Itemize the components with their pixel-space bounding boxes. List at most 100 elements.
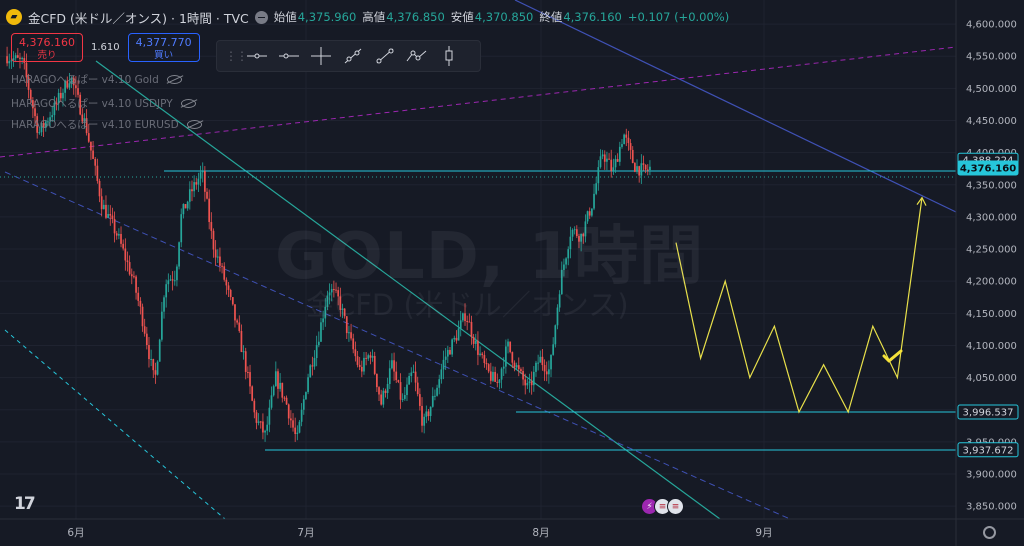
candle-body	[247, 371, 249, 373]
candle-body	[212, 230, 215, 250]
candle-body	[610, 159, 613, 171]
time-tick-label: 9月	[755, 527, 772, 539]
symbol-title[interactable]: 金CFD (米ドル／オンス) · 1時間 · TVC	[28, 8, 249, 27]
ray-icon[interactable]	[371, 44, 399, 68]
candle-body	[305, 392, 307, 400]
candle-body	[188, 189, 191, 202]
candle-body	[423, 416, 426, 426]
indicator-gold[interactable]: HARAGOへるぱー v4.10 Gold	[11, 72, 182, 87]
candle-body	[302, 399, 305, 410]
candle-body	[436, 387, 438, 396]
candle-body	[550, 354, 552, 370]
path-icon[interactable]	[403, 44, 431, 68]
ohlc-values: 始値4,375.960 高値4,376.850 安値4,370.850 終値4,…	[274, 9, 622, 25]
candle-icon[interactable]	[435, 44, 463, 68]
cyan-dashed-line[interactable]	[4, 329, 226, 520]
eye-hidden-icon[interactable]	[180, 99, 196, 108]
candle-body	[223, 266, 226, 280]
drag-handle-icon[interactable]: ⋮⋮	[225, 49, 248, 63]
projection-path[interactable]	[675, 196, 927, 414]
price-tick-label: 4,450.000	[966, 116, 1017, 127]
watermark-subtitle: 金CFD (米ドル／オンス)	[306, 288, 629, 322]
sell-button[interactable]: 4,376.160 売り	[11, 33, 83, 62]
candle-body	[122, 243, 125, 249]
candle-body	[137, 292, 140, 301]
candle-body	[603, 154, 606, 162]
candle-body	[487, 364, 490, 372]
candle-body	[623, 134, 625, 145]
candle-body	[354, 349, 357, 357]
candle-body	[425, 411, 428, 417]
horizontal-line-icon[interactable]	[243, 44, 271, 68]
indicator-label: HARAGOへるぱー v4.10 USDJPY	[11, 98, 173, 110]
candle-body	[369, 355, 372, 358]
candle-body	[500, 368, 503, 380]
candle-body	[139, 300, 142, 307]
time-axis[interactable]: 6月 7月 8月 9月	[67, 527, 772, 539]
candle-body	[631, 149, 634, 164]
candle-body	[520, 369, 522, 372]
candle-body	[236, 320, 238, 323]
trend-line-icon[interactable]	[339, 44, 367, 68]
cross-line-icon[interactable]	[307, 44, 335, 68]
candle-body	[111, 215, 114, 219]
candle-body	[548, 369, 550, 375]
candle-body	[449, 349, 451, 355]
candle-body	[348, 332, 350, 334]
candle-body	[416, 382, 419, 395]
horizontal-ray-icon[interactable]	[275, 44, 303, 68]
candle-body	[434, 395, 436, 397]
candle-body	[296, 432, 299, 435]
upper-blue-channel-line[interactable]	[514, 0, 957, 213]
candle-body	[169, 279, 172, 281]
economic-events: ⚡ ≡ ≡	[641, 498, 684, 515]
price-tick-label: 4,550.000	[966, 52, 1017, 63]
candle-body	[412, 371, 415, 373]
candle-body	[376, 373, 378, 388]
candle-body	[307, 377, 309, 393]
price-tick-label: 4,300.000	[966, 212, 1017, 223]
sell-label: 売り	[37, 50, 57, 61]
candle-body	[601, 154, 604, 157]
gold-bars-icon[interactable]: ▰	[6, 9, 22, 25]
candle-body	[515, 365, 518, 368]
candle-body	[638, 166, 641, 176]
indicator-usdjpy[interactable]: HARAGOへるぱー v4.10 USDJPY	[11, 96, 196, 111]
price-tick-label: 4,250.000	[966, 245, 1017, 256]
indicator-eurusd[interactable]: HARAGOへるぱー v4.10 EURUSD	[11, 117, 202, 132]
candle-body	[410, 372, 413, 377]
candle-body	[517, 365, 520, 370]
candle-body	[191, 189, 193, 192]
buy-button[interactable]: 4,377.770 買い	[127, 33, 200, 62]
price-axis[interactable]: 3,850.0003,900.0003,950.0004,000.0004,05…	[966, 20, 1017, 513]
candle-body	[612, 167, 615, 171]
candle-body	[152, 358, 155, 371]
candle-body	[388, 368, 391, 385]
eye-hidden-icon[interactable]	[186, 120, 202, 129]
candle-body	[176, 266, 178, 281]
candle-body	[429, 406, 432, 416]
candle-body	[646, 169, 649, 171]
eye-hidden-icon[interactable]	[166, 75, 182, 84]
candle-body	[431, 395, 434, 407]
candle-body	[406, 384, 408, 396]
us-flag-icon[interactable]: ≡	[667, 498, 684, 515]
candle-body	[221, 265, 223, 267]
price-tick-label: 4,600.000	[966, 20, 1017, 31]
candle-body	[356, 356, 359, 365]
candle-body	[167, 280, 170, 285]
candle-body	[216, 256, 219, 258]
candle-body	[283, 397, 286, 399]
candle-body	[378, 387, 380, 395]
candle-body	[8, 61, 11, 64]
candle-body	[535, 362, 537, 372]
candle-body	[373, 355, 376, 374]
projection-line	[675, 197, 923, 414]
time-tick-label: 8月	[532, 527, 549, 539]
tradingview-logo[interactable]: 17	[14, 494, 36, 514]
indicator-label: HARAGOへるぱー v4.10 Gold	[11, 74, 159, 86]
candle-body	[266, 424, 269, 431]
market-closed-icon[interactable]	[254, 10, 268, 24]
candle-body	[532, 371, 535, 386]
gear-icon[interactable]	[983, 526, 996, 539]
